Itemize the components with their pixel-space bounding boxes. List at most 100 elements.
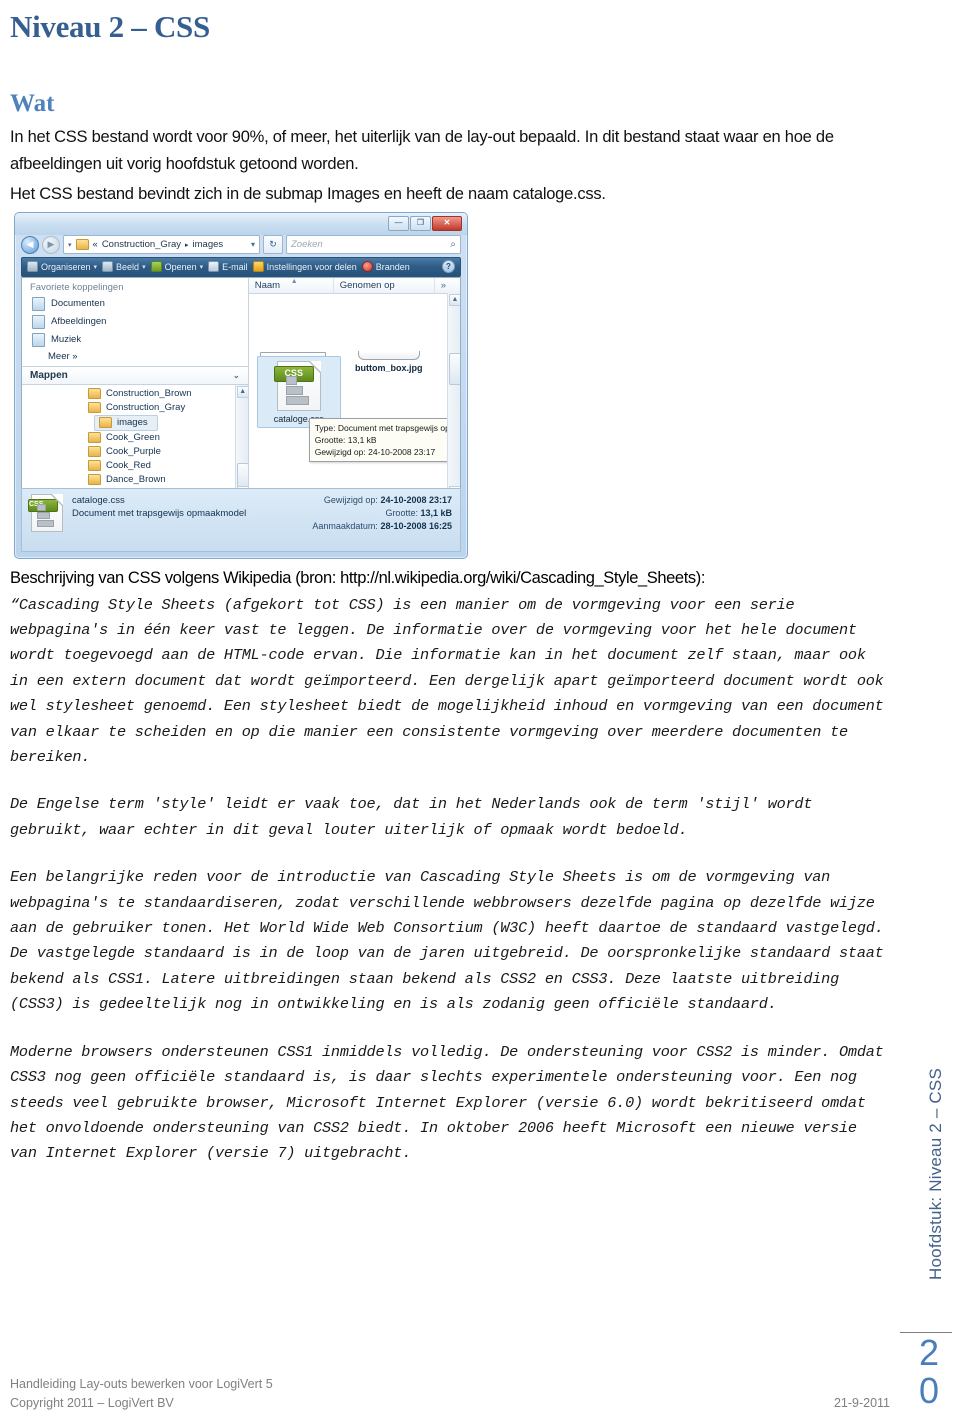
tree-item[interactable]: Cook_Purple <box>22 445 248 459</box>
column-header-genomen-op[interactable]: Genomen op <box>334 277 435 293</box>
chevron-down-icon[interactable]: ▾ <box>251 240 255 249</box>
pictures-icon <box>32 314 45 329</box>
details-pane: CSS cataloge.css Document met trapsgewij… <box>21 487 461 552</box>
tree-item[interactable]: Cook_Green <box>22 431 248 445</box>
column-label-1: Genomen op <box>339 279 395 291</box>
wikipedia-source-line: Beschrijving van CSS volgens Wikipedia (… <box>10 568 706 587</box>
tree-label-2: images <box>117 417 148 429</box>
scroll-up-icon[interactable]: ▲ <box>236 385 248 398</box>
toolbar-label-5: Branden <box>375 261 410 272</box>
burn-icon <box>361 261 373 273</box>
toolbar-label-2: Openen <box>164 261 197 272</box>
refresh-icon[interactable]: ↻ <box>263 235 283 255</box>
file-list-scrollbar[interactable]: ▲ ▼ <box>447 292 460 499</box>
breadcrumb-caret-icon[interactable]: ▾ <box>68 241 72 249</box>
breadcrumb-part-0[interactable]: Construction_Gray <box>102 239 181 250</box>
tree-label-4: Cook_Purple <box>106 446 161 458</box>
footer-line-2: Copyright 2011 – LogiVert BV 21-9-2011 <box>10 1394 890 1413</box>
page-number-digit-bottom: 0 <box>918 1370 940 1411</box>
footer-title: Handleiding Lay-outs bewerken voor LogiV… <box>10 1377 273 1391</box>
toolbar-label-4: Instellingen voor delen <box>266 261 357 272</box>
column-overflow[interactable]: » <box>435 278 460 293</box>
tree-item[interactable]: Dance_Brown <box>22 473 248 487</box>
search-input[interactable]: Zoeken ⌕ <box>286 235 461 255</box>
folder-icon <box>88 460 101 472</box>
back-icon[interactable]: ◀ <box>21 235 39 254</box>
favorite-label-2: Muziek <box>51 334 82 346</box>
toolbar-item-organiseren[interactable]: Organiseren ▾ <box>27 261 98 273</box>
tree-item-selected[interactable]: images <box>94 414 158 431</box>
status-file-icon: CSS <box>28 493 64 534</box>
tree-scrollbar[interactable]: ▲ ▼ <box>234 384 248 499</box>
maximize-button[interactable]: ❐ <box>410 215 431 231</box>
toolbar-item-email[interactable]: E-mail <box>208 261 248 273</box>
explorer-screenshot: — ❐ ✕ ◀ ▶ ▾ « Construction_Gray ▸ images… <box>14 211 468 559</box>
chevron-down-icon[interactable]: ⌄ <box>233 371 240 380</box>
folder-icon <box>88 446 101 458</box>
tooltip-line-1: Grootte: 13,1 kB <box>314 434 377 445</box>
file-list-pane: ▲ Naam Genomen op » bgL.gif but <box>248 277 461 499</box>
status-file-info: cataloge.css Document met trapsgewijs op… <box>72 494 246 520</box>
chevron-down-icon[interactable]: ▾ <box>94 263 98 271</box>
meta-label-2: Aanmaakdatum: <box>312 520 378 531</box>
breadcrumb-part-1[interactable]: images <box>193 239 224 250</box>
file-label-1: buttom_box.jpg <box>354 362 423 373</box>
file-item-buttom-box[interactable]: buttom_box.jpg <box>353 332 425 373</box>
quote-block-0: “Cascading Style Sheets (afgekort tot CS… <box>10 595 893 767</box>
tooltip-line-0: Type: Document met trapsgewijs opmaa <box>314 422 461 433</box>
chevron-down-icon[interactable]: ▾ <box>200 263 204 271</box>
folder-tree: Construction_Brown Construction_Gray ima… <box>22 384 248 499</box>
css-document-icon: CSS <box>273 360 321 411</box>
chevron-down-icon[interactable]: ▾ <box>142 263 146 271</box>
tree-item[interactable]: Construction_Brown <box>22 387 248 401</box>
tree-item[interactable]: Cook_Red <box>22 459 248 473</box>
explorer-toolbar: Organiseren ▾ Beeld ▾ Openen ▾ E-mail In… <box>21 256 461 277</box>
scroll-up-icon[interactable]: ▲ <box>449 293 460 306</box>
forward-icon[interactable]: ▶ <box>42 235 60 254</box>
toolbar-label-1: Beeld <box>116 261 140 272</box>
column-label-0: Naam <box>254 279 281 291</box>
toolbar-item-openen[interactable]: Openen ▾ <box>150 261 204 273</box>
folder-icon <box>88 388 101 400</box>
breadcrumb[interactable]: ▾ « Construction_Gray ▸ images ▾ <box>63 235 260 255</box>
quote-block-1: De Engelse term 'style' leidt er vaak to… <box>10 795 822 839</box>
page-number: 2 0 <box>908 1334 950 1410</box>
window-controls[interactable]: — ❐ ✕ <box>388 215 462 231</box>
minimize-button[interactable]: — <box>388 215 409 231</box>
chapter-sidebar-label: Hoofdstuk: Niveau 2 – CSS <box>926 1068 945 1280</box>
scrollbar-thumb[interactable] <box>449 352 460 385</box>
tree-item[interactable]: Construction_Gray <box>22 401 248 415</box>
tree-label-3: Cook_Green <box>106 432 160 444</box>
toolbar-item-delen[interactable]: Instellingen voor delen <box>252 261 357 273</box>
help-icon[interactable]: ? <box>442 260 455 274</box>
sidebar-item-meer[interactable]: Meer » <box>22 349 248 366</box>
organize-icon <box>27 261 38 273</box>
status-file-name: cataloge.css <box>72 494 125 506</box>
footer-line-1: Handleiding Lay-outs bewerken voor LogiV… <box>10 1375 890 1394</box>
status-metadata: Gewijzigd op: 24-10-2008 23:17 Grootte: … <box>312 494 452 533</box>
footer-copyright: Copyright 2011 – LogiVert BV <box>10 1396 174 1410</box>
close-button[interactable]: ✕ <box>432 215 462 231</box>
footer: Handleiding Lay-outs bewerken voor LogiV… <box>10 1375 890 1413</box>
search-placeholder: Zoeken <box>291 239 323 251</box>
folder-icon <box>99 417 112 429</box>
folder-icon <box>88 402 101 414</box>
favorites-header: Favoriete koppelingen <box>30 281 124 293</box>
folder-icon <box>88 432 101 444</box>
folders-header[interactable]: Mappen ⌄ <box>22 365 248 385</box>
meta-value-0: 24-10-2008 23:17 <box>380 494 452 505</box>
toolbar-item-beeld[interactable]: Beeld ▾ <box>102 261 146 273</box>
meta-value-2: 28-10-2008 16:25 <box>380 520 452 531</box>
toolbar-item-branden[interactable]: Branden <box>361 261 410 273</box>
sidebar-item-muziek[interactable]: Muziek <box>22 331 248 349</box>
footer-date: 21-9-2011 <box>833 1396 890 1410</box>
address-bar: ◀ ▶ ▾ « Construction_Gray ▸ images ▾ ↻ Z… <box>21 235 461 255</box>
status-file-type: Document met trapsgewijs opmaakmodel <box>72 507 247 519</box>
sidebar-item-documenten[interactable]: Documenten <box>22 295 248 313</box>
search-icon: ⌕ <box>450 239 456 251</box>
column-header-naam[interactable]: ▲ Naam <box>249 277 334 293</box>
breadcrumb-prefix: « <box>92 239 98 251</box>
sidebar-item-afbeeldingen[interactable]: Afbeeldingen <box>22 313 248 331</box>
folders-header-label: Mappen <box>30 369 68 381</box>
mail-icon <box>208 261 220 273</box>
